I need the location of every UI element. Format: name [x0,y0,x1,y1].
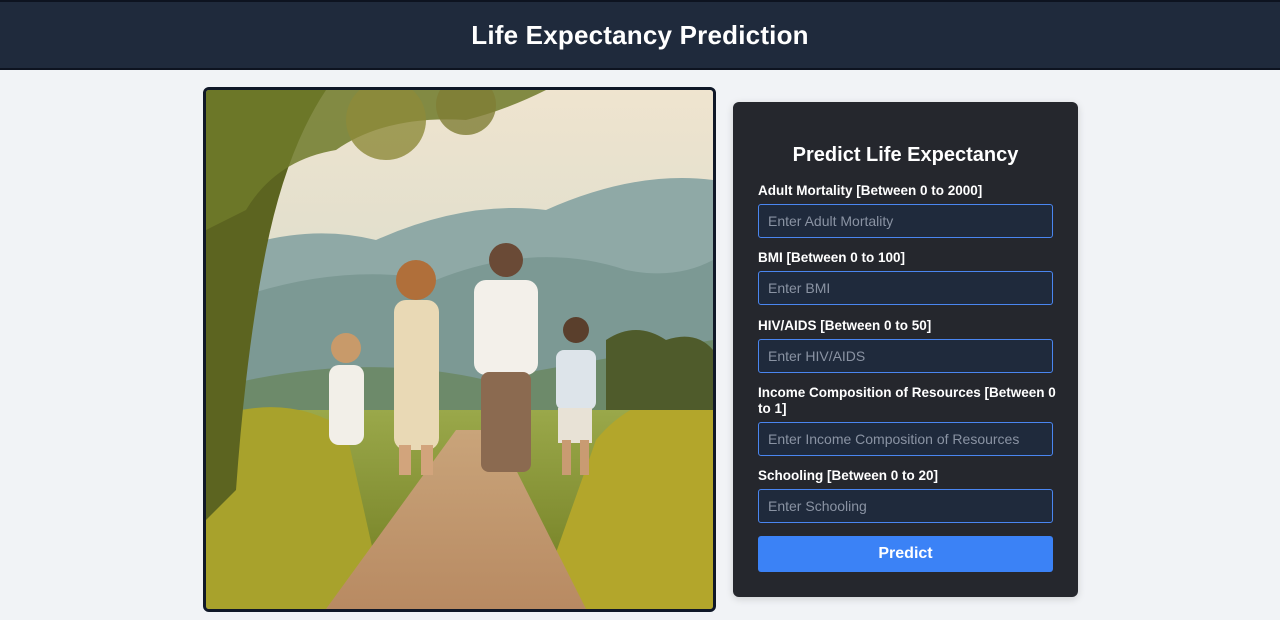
income-composition-input[interactable] [758,422,1053,456]
income-composition-label: Income Composition of Resources [Between… [758,385,1056,416]
schooling-label: Schooling [Between 0 to 20] [758,468,939,483]
prediction-form-panel: Predict Life Expectancy Adult Mortality … [733,102,1078,597]
bmi-label: BMI [Between 0 to 100] [758,250,906,265]
adult-mortality-input[interactable] [758,204,1053,238]
adult-mortality-label: Adult Mortality [Between 0 to 2000] [758,183,983,198]
bmi-input[interactable] [758,271,1053,305]
schooling-input[interactable] [758,489,1053,523]
form-title: Predict Life Expectancy [792,144,1019,166]
app-header: Life Expectancy Prediction [0,0,1280,70]
page-title: Life Expectancy Prediction [471,19,809,50]
hiv-aids-label: HIV/AIDS [Between 0 to 50] [758,318,932,333]
predict-button[interactable]: Predict [758,536,1053,572]
family-photo-illustration [206,90,713,609]
family-walking-photo [203,87,716,612]
hiv-aids-input[interactable] [758,339,1053,373]
